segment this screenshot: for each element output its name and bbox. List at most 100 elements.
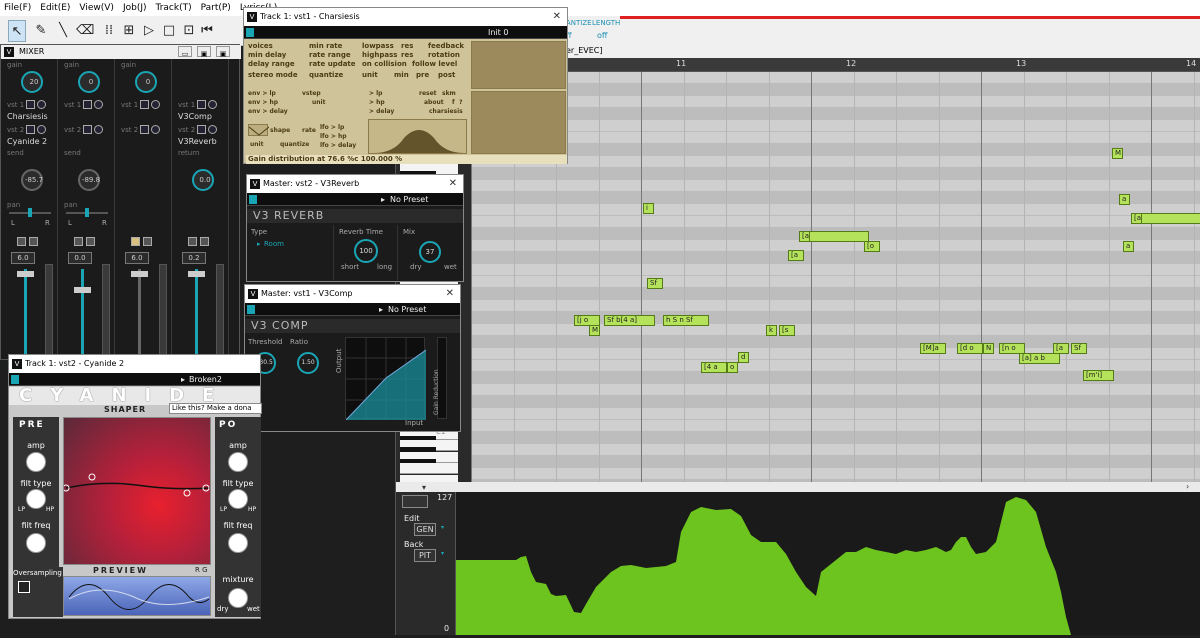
preset-bar[interactable]: Init 0 [244, 26, 567, 39]
note[interactable]: d [738, 352, 749, 363]
ratio-knob[interactable]: 1.50 [297, 352, 319, 374]
volume-value[interactable]: 0.0 [68, 252, 92, 264]
vst1-edit-icon[interactable] [83, 100, 92, 109]
note[interactable]: [s [779, 325, 795, 336]
charsiesis-param[interactable]: unit [250, 141, 263, 148]
post-amp-knob[interactable] [228, 452, 248, 472]
comp-titlebar[interactable]: V Master: vst1 - V3Comp ✕ [245, 285, 460, 303]
note[interactable]: o [727, 362, 738, 373]
preset-bar[interactable]: ▸ No Preset [247, 193, 463, 206]
note[interactable]: [a] a b [1019, 353, 1060, 364]
bypass-icon[interactable] [249, 195, 257, 204]
loop-icon[interactable]: ⊡ [180, 20, 198, 42]
charsiesis-param[interactable]: pre [416, 71, 429, 79]
note[interactable]: Sf [1071, 343, 1087, 354]
close-icon[interactable]: ✕ [446, 285, 454, 303]
vst2-slot[interactable]: vst 2 [178, 126, 195, 134]
vst1-bypass-icon[interactable] [208, 100, 217, 109]
charsiesis-param[interactable]: unit [362, 71, 378, 79]
vst1-slot[interactable]: vst 1 [178, 101, 195, 109]
charsiesis-param[interactable]: rate [302, 127, 316, 134]
vst1-edit-icon[interactable] [197, 100, 206, 109]
solo-button[interactable] [200, 237, 209, 246]
charsiesis-param[interactable]: > hp [369, 99, 385, 106]
charsiesis-param[interactable]: reset [419, 90, 437, 97]
vst2-edit-icon[interactable] [140, 125, 149, 134]
volume-fader[interactable] [195, 269, 198, 359]
pre-filt-freq-knob[interactable] [26, 533, 46, 553]
preset-dropdown-icon[interactable]: ▸ [381, 193, 385, 206]
vst2-bypass-icon[interactable] [94, 125, 103, 134]
pre-filt-type-knob[interactable] [26, 489, 46, 509]
note[interactable]: i [643, 203, 654, 214]
note[interactable]: a [1119, 194, 1130, 205]
scroll-right-icon[interactable]: › [1186, 482, 1189, 491]
charsiesis-param[interactable]: lfo > hp [320, 133, 347, 140]
vst2-edit-icon[interactable] [83, 125, 92, 134]
note[interactable]: M [1112, 148, 1123, 159]
vst1-bypass-icon[interactable] [37, 100, 46, 109]
charsiesis-param[interactable]: post [438, 71, 455, 79]
charsiesis-param[interactable]: rotation [428, 51, 460, 59]
vst2-edit-icon[interactable] [26, 125, 35, 134]
charsiesis-param[interactable]: env > lp [248, 90, 276, 97]
close-icon[interactable]: ✕ [449, 175, 457, 193]
volume-fader[interactable] [81, 269, 84, 359]
bypass-icon[interactable] [246, 28, 254, 37]
charsiesis-param[interactable]: env > hp [248, 99, 278, 106]
rewind-icon[interactable]: ⏮ [198, 20, 216, 42]
pencil-tool-icon[interactable]: ✎ [32, 20, 50, 42]
vst1-slot[interactable]: vst 1 [121, 101, 138, 109]
bypass-icon[interactable] [247, 305, 255, 314]
vst2-slot[interactable]: vst 2 [121, 126, 138, 134]
post-filt-freq-knob[interactable] [228, 533, 248, 553]
vst2-name[interactable]: Cyanide 2 [7, 137, 47, 146]
vst1-name[interactable]: Charsiesis [7, 112, 48, 121]
mute-button[interactable] [74, 237, 83, 246]
note[interactable]: a [1123, 241, 1134, 252]
vst2-slot[interactable]: vst 2 [7, 126, 24, 134]
preset-name[interactable]: No Preset [388, 303, 426, 316]
edit-dropdown-icon[interactable]: ▾ [441, 524, 444, 531]
note-tail[interactable] [809, 231, 869, 242]
close-icon[interactable]: ✕ [553, 8, 561, 26]
shaper-graph[interactable] [62, 417, 211, 565]
note[interactable]: [a [1053, 343, 1069, 354]
solo-button[interactable] [86, 237, 95, 246]
charsiesis-param[interactable]: delay range [248, 60, 295, 68]
preset-name[interactable]: No Preset [390, 193, 428, 206]
menu-file[interactable]: File(F) [4, 3, 31, 13]
back-dropdown-icon[interactable]: ▾ [441, 550, 444, 557]
preset-name[interactable]: Init 0 [488, 26, 508, 39]
charsiesis-param[interactable]: shape [270, 127, 290, 134]
charsiesis-param[interactable]: res [401, 42, 413, 50]
charsiesis-param[interactable]: min rate [309, 42, 342, 50]
menu-view[interactable]: View(V) [79, 3, 114, 13]
note[interactable]: [m'i] [1083, 370, 1114, 381]
mix-knob[interactable]: 37 [419, 241, 441, 263]
horizontal-scrollbar[interactable]: ▾ › [396, 482, 1200, 492]
scroll-left-icon[interactable]: ▾ [422, 483, 426, 492]
volume-fader[interactable] [24, 269, 27, 359]
reverb-time-knob[interactable]: 100 [354, 239, 378, 263]
mute-button[interactable] [188, 237, 197, 246]
charsiesis-param[interactable]: ? [459, 99, 462, 106]
charsiesis-param[interactable]: stereo mode [248, 71, 298, 79]
add-track-icon[interactable]: ⊞ [120, 20, 138, 42]
charsiesis-param[interactable]: skm [442, 90, 456, 97]
note[interactable]: Sf [647, 278, 663, 289]
mute-button[interactable] [17, 237, 26, 246]
donate-link[interactable]: Like this? Make a dona [169, 403, 262, 414]
stop-icon[interactable]: □ [160, 20, 178, 42]
pre-amp-knob[interactable] [26, 452, 46, 472]
charsiesis-param[interactable]: quantize [309, 71, 343, 79]
back-curve-select[interactable]: PIT [414, 549, 436, 562]
charsiesis-param[interactable]: vstep [302, 90, 321, 97]
charsiesis-param[interactable]: feedback [428, 42, 464, 50]
charsiesis-param[interactable]: unit [312, 99, 325, 106]
pitch-curve[interactable] [456, 492, 1200, 635]
charsiesis-param[interactable]: min delay [248, 51, 286, 59]
charsiesis-param[interactable]: rate update [309, 60, 356, 68]
vst1-slot[interactable]: vst 1 [64, 101, 81, 109]
note[interactable]: Sf b[4 a] [604, 315, 655, 326]
